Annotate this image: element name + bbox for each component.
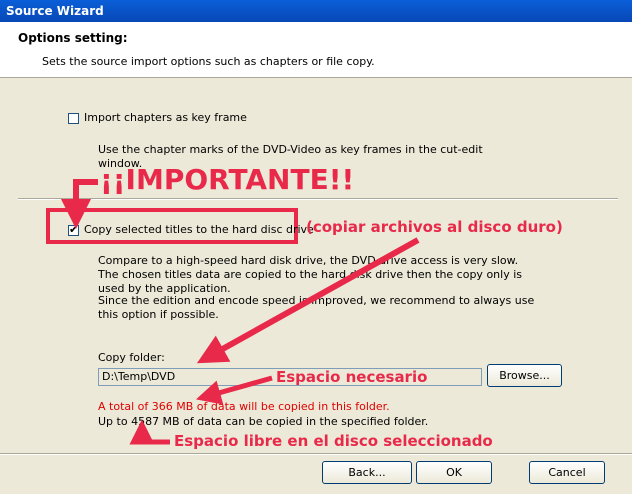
browse-button[interactable]: Browse...: [487, 364, 562, 387]
free-space-arrow: [129, 419, 170, 445]
copy-titles-checkbox[interactable]: [68, 223, 79, 236]
title-bar: Source Wizard: [0, 0, 632, 22]
available-space-text: Up to 4587 MB of data can be copied in t…: [98, 415, 429, 428]
free-space-annotation: Espacio libre en el disco seleccionado: [174, 432, 493, 450]
copy-note-annotation: (copiar archivos al disco duro): [306, 218, 563, 236]
important-annotation: ¡¡IMPORTANTE!!: [100, 163, 355, 196]
page-subtitle: Sets the source import options such as c…: [42, 55, 375, 68]
cancel-button[interactable]: Cancel: [529, 461, 605, 484]
page-title: Options setting:: [18, 31, 128, 45]
import-chapters-label[interactable]: Import chapters as key frame: [84, 111, 247, 124]
space-needed-annotation: Espacio necesario: [276, 368, 428, 386]
copy-titles-label[interactable]: Copy selected titles to the hard disc dr…: [84, 223, 314, 236]
footer-divider: [0, 453, 632, 455]
copy-titles-description-1: Compare to a high-speed hard disk drive,…: [98, 254, 522, 295]
import-chapters-checkbox[interactable]: [68, 113, 79, 124]
back-button[interactable]: Back...: [322, 461, 412, 484]
ok-button[interactable]: OK: [416, 461, 492, 484]
section-divider: [18, 198, 618, 200]
copy-folder-label: Copy folder:: [98, 351, 165, 364]
wizard-header: Options setting: Sets the source import …: [0, 22, 632, 78]
required-space-text: A total of 366 MB of data will be copied…: [98, 400, 390, 413]
window-title: Source Wizard: [6, 4, 104, 18]
copy-titles-description-2: Since the edition and encode speed is im…: [98, 294, 535, 321]
